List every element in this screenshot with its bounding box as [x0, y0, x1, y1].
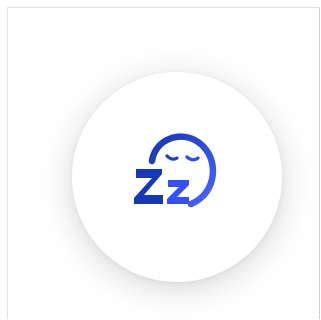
small-z-letter [167, 180, 189, 204]
left-eye [165, 154, 179, 161]
content-frame [7, 7, 320, 319]
icon-circle [72, 72, 282, 282]
sleep-zz-icon [134, 133, 217, 208]
sleeping-face-icon [121, 116, 233, 228]
right-eye [185, 155, 200, 162]
big-z-letter [134, 169, 163, 204]
